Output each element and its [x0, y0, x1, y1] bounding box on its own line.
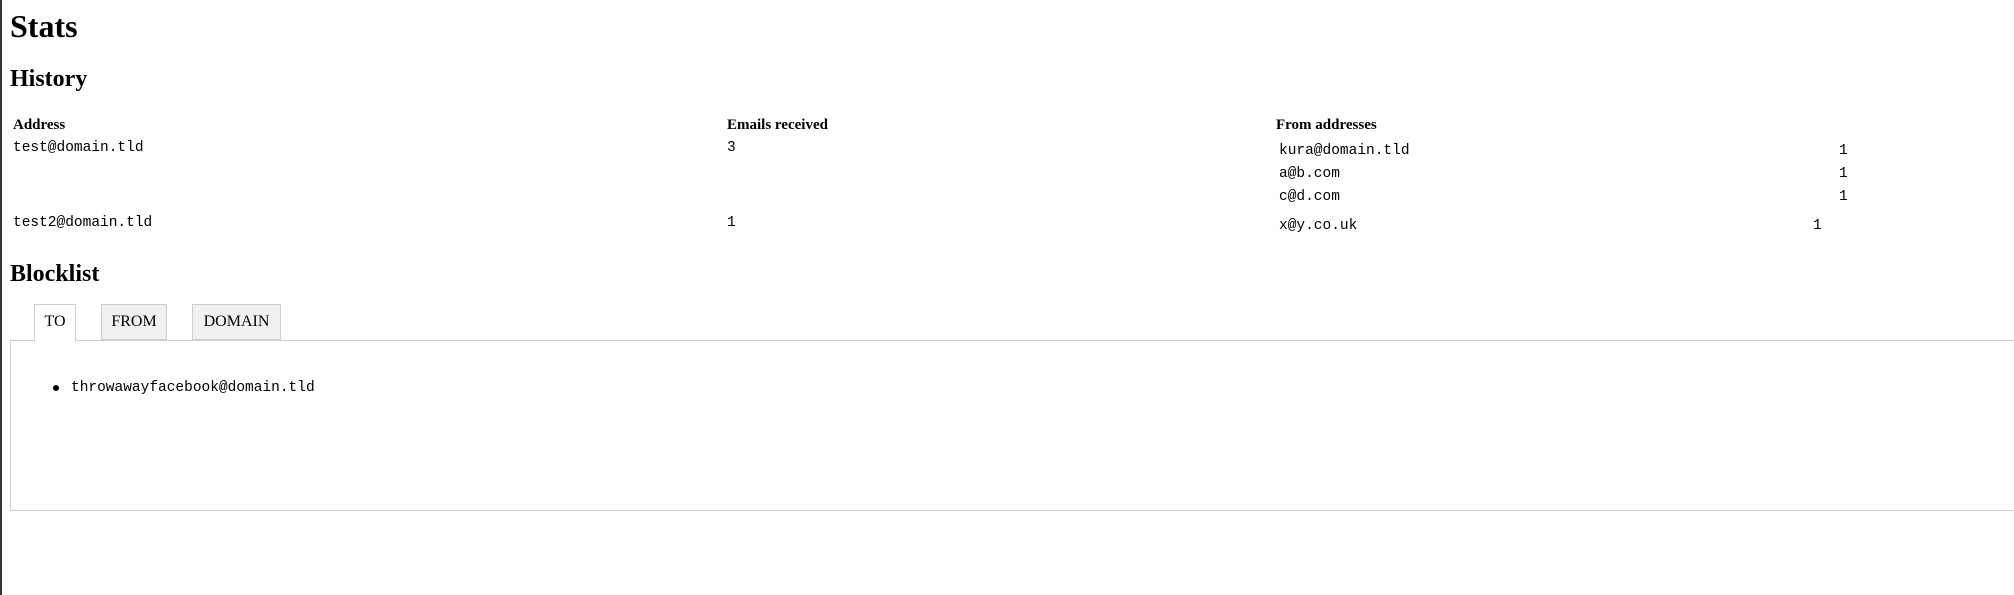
from-address: x@y.co.uk — [1279, 218, 1358, 234]
tab-from[interactable]: FROM — [101, 304, 167, 340]
from-address: c@d.com — [1279, 189, 1340, 205]
page-title: Stats — [10, 8, 78, 44]
address-cell: test2@domain.tld — [13, 215, 153, 231]
from-address: kura@domain.tld — [1279, 143, 1410, 159]
blocklist-entry: throwawayfacebook@domain.tld — [71, 380, 315, 396]
tab-to[interactable]: TO — [34, 304, 76, 342]
address-cell: test@domain.tld — [13, 140, 144, 156]
from-count: 1 — [1839, 143, 1848, 159]
from-count: 1 — [1839, 189, 1848, 205]
from-address: a@b.com — [1279, 166, 1340, 182]
column-header-address: Address — [13, 117, 66, 133]
from-count: 1 — [1813, 218, 1822, 234]
emails-received-cell: 1 — [727, 215, 736, 231]
history-title: History — [10, 66, 88, 92]
blocklist-panel: throwawayfacebook@domain.tld — [10, 340, 2014, 511]
blocklist-list: throwawayfacebook@domain.tld — [53, 378, 315, 398]
emails-received-cell: 3 — [727, 140, 736, 156]
list-item: throwawayfacebook@domain.tld — [53, 378, 315, 398]
column-header-emails-received: Emails received — [727, 117, 828, 133]
bullet-icon — [53, 385, 59, 391]
tab-domain[interactable]: DOMAIN — [192, 304, 281, 340]
window-left-border — [0, 0, 2, 595]
column-header-from-addresses: From addresses — [1276, 117, 1377, 133]
blocklist-title: Blocklist — [10, 261, 100, 287]
from-count: 1 — [1839, 166, 1848, 182]
